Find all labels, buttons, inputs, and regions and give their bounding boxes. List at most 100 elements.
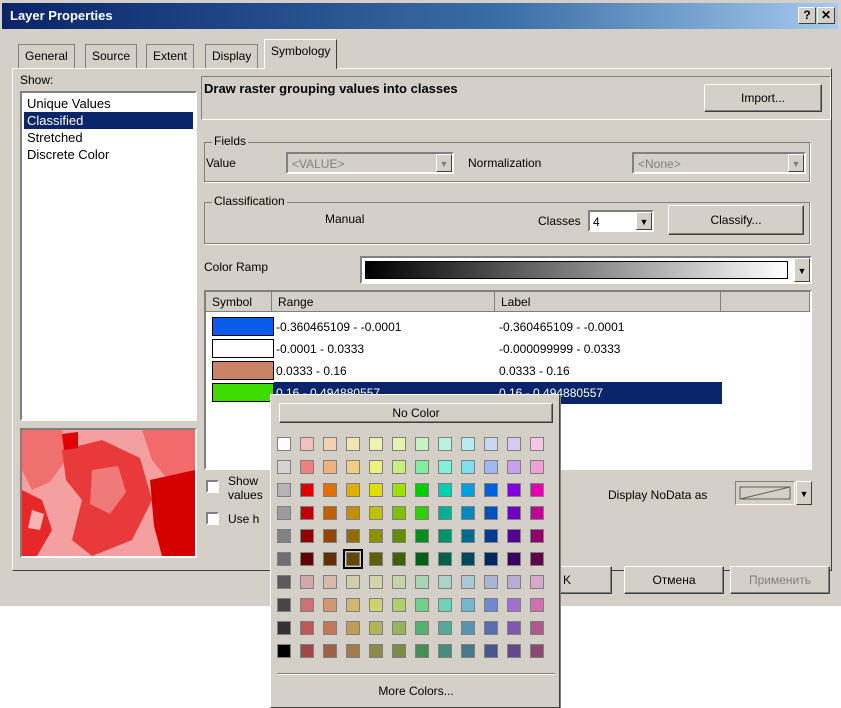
palette-color-swatch[interactable] bbox=[392, 506, 406, 520]
tab-extent[interactable]: Extent bbox=[146, 44, 195, 68]
palette-color-swatch[interactable] bbox=[346, 483, 360, 497]
palette-color-swatch[interactable] bbox=[507, 552, 521, 566]
palette-color-swatch[interactable] bbox=[461, 598, 475, 612]
palette-color-swatch[interactable] bbox=[369, 598, 383, 612]
column-header-symbol[interactable]: Symbol bbox=[206, 292, 272, 312]
palette-color-swatch[interactable] bbox=[300, 575, 314, 589]
palette-color-swatch[interactable] bbox=[323, 644, 337, 658]
palette-color-swatch[interactable] bbox=[461, 575, 475, 589]
palette-color-swatch[interactable] bbox=[438, 598, 452, 612]
palette-color-swatch[interactable] bbox=[484, 460, 498, 474]
color-ramp-select[interactable]: ▼ bbox=[360, 256, 812, 284]
palette-color-swatch[interactable] bbox=[392, 552, 406, 566]
palette-color-swatch[interactable] bbox=[369, 460, 383, 474]
symbol-swatch[interactable] bbox=[212, 383, 274, 402]
show-values-checkbox[interactable] bbox=[206, 480, 219, 493]
use-hillshade-checkbox[interactable] bbox=[206, 512, 219, 525]
palette-color-swatch[interactable] bbox=[461, 644, 475, 658]
palette-color-swatch[interactable] bbox=[300, 598, 314, 612]
palette-color-swatch[interactable] bbox=[461, 483, 475, 497]
palette-color-swatch[interactable] bbox=[277, 437, 291, 451]
palette-color-swatch[interactable] bbox=[507, 575, 521, 589]
palette-color-swatch[interactable] bbox=[369, 575, 383, 589]
palette-color-swatch[interactable] bbox=[277, 483, 291, 497]
palette-color-swatch[interactable] bbox=[369, 644, 383, 658]
show-list[interactable]: Unique Values Classified Stretched Discr… bbox=[20, 91, 197, 421]
palette-color-swatch[interactable] bbox=[415, 506, 429, 520]
palette-color-swatch[interactable] bbox=[507, 460, 521, 474]
tab-symbology[interactable]: Symbology bbox=[264, 39, 338, 69]
palette-color-swatch[interactable] bbox=[323, 621, 337, 635]
palette-color-swatch[interactable] bbox=[392, 621, 406, 635]
palette-color-swatch[interactable] bbox=[530, 621, 544, 635]
list-item[interactable]: Classified bbox=[24, 112, 193, 129]
palette-color-swatch[interactable] bbox=[484, 598, 498, 612]
palette-color-swatch[interactable] bbox=[415, 552, 429, 566]
column-header-range[interactable]: Range bbox=[272, 292, 495, 312]
palette-color-swatch[interactable] bbox=[392, 529, 406, 543]
palette-color-swatch[interactable] bbox=[530, 460, 544, 474]
chevron-down-icon[interactable]: ▼ bbox=[788, 154, 804, 172]
list-item[interactable]: Unique Values bbox=[24, 95, 193, 112]
palette-color-swatch[interactable] bbox=[530, 575, 544, 589]
palette-color-swatch[interactable] bbox=[530, 529, 544, 543]
palette-color-swatch[interactable] bbox=[438, 621, 452, 635]
palette-color-swatch[interactable] bbox=[323, 437, 337, 451]
palette-color-swatch[interactable] bbox=[507, 437, 521, 451]
palette-color-swatch[interactable] bbox=[484, 644, 498, 658]
palette-color-swatch[interactable] bbox=[343, 549, 363, 569]
palette-color-swatch[interactable] bbox=[300, 506, 314, 520]
column-header-label[interactable]: Label bbox=[495, 292, 721, 312]
palette-color-swatch[interactable] bbox=[530, 506, 544, 520]
palette-color-swatch[interactable] bbox=[484, 506, 498, 520]
chevron-down-icon[interactable]: ▼ bbox=[636, 212, 652, 230]
no-color-button[interactable]: No Color bbox=[279, 403, 553, 423]
palette-color-swatch[interactable] bbox=[392, 460, 406, 474]
palette-color-swatch[interactable] bbox=[300, 644, 314, 658]
palette-color-swatch[interactable] bbox=[507, 529, 521, 543]
chevron-down-icon[interactable]: ▼ bbox=[794, 258, 810, 282]
palette-color-swatch[interactable] bbox=[415, 529, 429, 543]
table-row[interactable]: -0.360465109 - -0.0001 -0.360465109 - -0… bbox=[206, 316, 810, 338]
palette-color-swatch[interactable] bbox=[277, 644, 291, 658]
palette-color-swatch[interactable] bbox=[277, 552, 291, 566]
palette-color-swatch[interactable] bbox=[369, 529, 383, 543]
palette-color-swatch[interactable] bbox=[346, 437, 360, 451]
palette-color-swatch[interactable] bbox=[415, 575, 429, 589]
label-cell[interactable]: -0.360465109 - -0.0001 bbox=[499, 317, 624, 337]
palette-color-swatch[interactable] bbox=[323, 483, 337, 497]
palette-color-swatch[interactable] bbox=[438, 483, 452, 497]
palette-color-swatch[interactable] bbox=[277, 575, 291, 589]
palette-color-swatch[interactable] bbox=[484, 621, 498, 635]
classes-select[interactable]: 4 ▼ bbox=[588, 210, 654, 232]
palette-color-swatch[interactable] bbox=[530, 644, 544, 658]
palette-color-swatch[interactable] bbox=[323, 506, 337, 520]
cancel-button[interactable]: Отмена bbox=[624, 566, 724, 594]
palette-color-swatch[interactable] bbox=[300, 552, 314, 566]
palette-color-swatch[interactable] bbox=[507, 644, 521, 658]
palette-color-swatch[interactable] bbox=[277, 621, 291, 635]
palette-color-swatch[interactable] bbox=[392, 437, 406, 451]
palette-color-swatch[interactable] bbox=[300, 529, 314, 543]
range-cell[interactable]: 0.0333 - 0.16 bbox=[276, 361, 347, 381]
palette-color-swatch[interactable] bbox=[438, 529, 452, 543]
palette-color-swatch[interactable] bbox=[346, 644, 360, 658]
palette-color-swatch[interactable] bbox=[346, 460, 360, 474]
palette-color-swatch[interactable] bbox=[438, 437, 452, 451]
palette-color-swatch[interactable] bbox=[392, 598, 406, 612]
palette-color-swatch[interactable] bbox=[438, 506, 452, 520]
palette-color-swatch[interactable] bbox=[277, 460, 291, 474]
palette-color-swatch[interactable] bbox=[323, 460, 337, 474]
palette-color-swatch[interactable] bbox=[438, 575, 452, 589]
palette-color-swatch[interactable] bbox=[346, 621, 360, 635]
tab-display[interactable]: Display bbox=[205, 44, 259, 68]
range-cell[interactable]: -0.360465109 - -0.0001 bbox=[276, 317, 401, 337]
palette-color-swatch[interactable] bbox=[300, 460, 314, 474]
symbol-swatch[interactable] bbox=[212, 317, 274, 336]
palette-color-swatch[interactable] bbox=[369, 483, 383, 497]
palette-color-swatch[interactable] bbox=[346, 529, 360, 543]
palette-color-swatch[interactable] bbox=[415, 460, 429, 474]
list-item[interactable]: Discrete Color bbox=[24, 146, 193, 163]
label-cell[interactable]: 0.0333 - 0.16 bbox=[499, 361, 570, 381]
palette-color-swatch[interactable] bbox=[507, 621, 521, 635]
